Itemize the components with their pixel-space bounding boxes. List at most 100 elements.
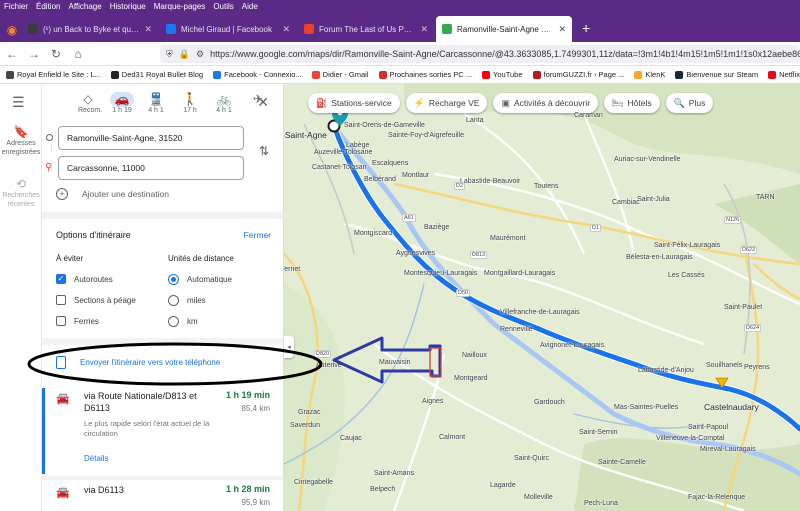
map-town-label[interactable]: Auterive xyxy=(316,362,342,369)
menu-item[interactable]: Affichage xyxy=(68,2,101,11)
map-town-label[interactable]: Labastide-d'Anjou xyxy=(638,367,694,374)
map-town-label[interactable]: Saverdun xyxy=(290,422,320,429)
map-town-label[interactable]: Montgaillard-Lauragais xyxy=(484,270,555,277)
collapse-panel-button[interactable]: ◂ xyxy=(284,336,294,358)
radio-button[interactable] xyxy=(168,295,179,306)
map-town-label[interactable]: Auriac-sur-Vendinelle xyxy=(614,156,681,163)
bookmark-item[interactable]: forumGUZZI.fr › Page ... xyxy=(532,70,624,79)
map-town-label[interactable]: Saint-Papoul xyxy=(688,424,728,431)
back-icon[interactable]: ← xyxy=(6,47,18,61)
map-filter-chip[interactable]: ⚡ Recharge VE xyxy=(405,93,488,113)
map-town-label[interactable]: Cambiac xyxy=(612,199,640,206)
map-town-label[interactable]: Montesquieu-Lauragais xyxy=(404,270,477,277)
map-town-label[interactable]: Mauvaisin xyxy=(379,359,411,366)
avoid-option[interactable]: ✓ Autoroutes xyxy=(56,274,113,284)
close-tab-icon[interactable]: ✕ xyxy=(420,24,428,35)
send-to-phone-button[interactable]: Envoyer l'itinéraire vers votre téléphon… xyxy=(56,356,220,369)
shield-icon[interactable]: ⛨ xyxy=(166,49,173,60)
swap-icon[interactable]: ⇅ xyxy=(259,144,269,158)
checkbox[interactable]: ✓ xyxy=(56,274,66,284)
menu-item[interactable]: Marque-pages xyxy=(154,2,206,11)
bookmark-item[interactable]: Ded31 Royal Bullet Blog xyxy=(110,70,203,79)
map-town-label[interactable]: Castelnaudary xyxy=(704,402,759,412)
map-town-label[interactable]: Castanet-Tolosan xyxy=(312,164,366,171)
travel-mode-recommended[interactable]: ◇ Recom. xyxy=(78,92,102,114)
bookmark-item[interactable]: Prochaines sorties PC ... xyxy=(378,70,472,79)
map-filter-chip[interactable]: ▣ Activités à découvrir xyxy=(493,93,599,113)
map-town-label[interactable]: Escalquens xyxy=(372,160,408,167)
map-town-label[interactable]: Avignonet-Lauragais xyxy=(540,342,604,349)
address-bar[interactable]: ⛨ 🔒 ⚙ https://www.google.com/maps/dir/Ra… xyxy=(160,45,800,63)
close-tab-icon[interactable]: ✕ xyxy=(144,24,152,35)
map-town-label[interactable]: Belbérand xyxy=(364,176,396,183)
saved-places-button[interactable]: 🔖 Adresses enregistrées xyxy=(0,126,42,157)
close-directions-icon[interactable]: ✕ xyxy=(257,94,269,111)
map-town-label[interactable]: Villefranche-de-Lauragais xyxy=(500,309,580,316)
route-details-link[interactable]: Détails xyxy=(84,454,108,463)
map-town-label[interactable]: Caraman xyxy=(574,112,603,119)
menu-item[interactable]: Historique xyxy=(110,2,146,11)
map-town-label[interactable]: Saint-Amans xyxy=(374,470,414,477)
map-town-label[interactable]: Labège xyxy=(346,142,369,149)
map-town-label[interactable]: Montgiscard xyxy=(354,230,392,237)
map-town-label[interactable]: Fajac-la-Relenque xyxy=(688,494,745,501)
map-town-label[interactable]: Pech-Luna xyxy=(584,500,618,507)
map-town-label[interactable]: Cintegabelle xyxy=(294,479,333,486)
home-icon[interactable]: ⌂ xyxy=(72,47,84,61)
recent-searches-button[interactable]: ⟲ Recherches récentes xyxy=(0,178,42,209)
map-town-label[interactable]: Les Cassés xyxy=(668,272,705,279)
map-town-label[interactable]: TARN xyxy=(756,194,775,201)
bookmark-item[interactable]: Didier - Gmail xyxy=(311,70,369,79)
route-option[interactable]: 🚘 via D6113 1 h 28 min 95,9 km xyxy=(42,482,283,511)
add-destination-button[interactable]: + Ajouter une destination xyxy=(56,188,169,200)
map-town-label[interactable]: Mireval-Lauragais xyxy=(700,446,756,453)
bookmark-item[interactable]: Royal Enfield le Site : L... xyxy=(6,70,101,79)
map-town-label[interactable]: Caujac xyxy=(340,435,362,442)
map-filter-chip[interactable]: ⛽ Stations-service xyxy=(308,93,400,113)
map-town-label[interactable]: Mas-Saintes-Puelles xyxy=(614,404,678,411)
map-town-label[interactable]: Auzeville-Tolosane xyxy=(314,149,372,156)
map-town-label[interactable]: Baziège xyxy=(424,224,449,231)
map-town-label[interactable]: Villeneuve-la-Comptal xyxy=(656,435,724,442)
map-town-label[interactable]: Ayguesvives xyxy=(396,250,435,257)
bookmark-item[interactable]: Netflix xyxy=(768,70,800,79)
map-town-label[interactable]: Sainte-Foy-d'Aigrefeuille xyxy=(388,132,464,139)
travel-mode-transit[interactable]: 🚆 4 h 1 xyxy=(146,92,166,114)
checkbox[interactable] xyxy=(56,316,66,326)
map-town-label[interactable]: Calmont xyxy=(439,434,465,441)
travel-mode-walk[interactable]: 🚶 17 h xyxy=(180,92,200,114)
map-town-label[interactable]: Gardouch xyxy=(534,399,565,406)
travel-mode-car[interactable]: 🚗 1 h 19 xyxy=(110,92,134,114)
map-town-label[interactable]: Montgeard xyxy=(454,375,487,382)
map-town-label[interactable]: -Saint-Agne xyxy=(284,130,327,140)
browser-tab[interactable]: (¹) un Back to Byke et quelques ✕ xyxy=(22,16,158,42)
browser-tab[interactable]: Michel Giraud | Facebook ✕ xyxy=(160,16,296,42)
browser-tab[interactable]: Forum The Last of Us Part I - jeu ✕ xyxy=(298,16,434,42)
map-town-label[interactable]: Renneville xyxy=(500,326,533,333)
browser-tab[interactable]: Ramonville-Saint-Agne à Carca ✕ xyxy=(436,16,572,42)
map-town-label[interactable]: Saint-Julia xyxy=(637,196,670,203)
radio-button[interactable] xyxy=(168,316,179,327)
close-tab-icon[interactable]: ✕ xyxy=(558,24,566,35)
map-filter-chip[interactable]: 🔍 Plus xyxy=(665,93,714,113)
avoid-option[interactable]: Ferries xyxy=(56,316,99,326)
checkbox[interactable] xyxy=(56,295,66,305)
avoid-option[interactable]: Sections à péage xyxy=(56,295,136,305)
map-town-label[interactable]: Toutens xyxy=(534,183,559,190)
menu-item[interactable]: Édition xyxy=(36,2,60,11)
map-canvas[interactable]: ⛽ Stations-service ⚡ Recharge VE ▣ Activités … xyxy=(284,84,800,511)
map-town-label[interactable]: Labastide-Beauvoir xyxy=(460,178,520,185)
map-filter-chip[interactable]: 🛏 Hôtels xyxy=(604,93,660,113)
permissions-icon[interactable]: ⚙ xyxy=(196,49,204,60)
bookmark-item[interactable]: Facebook - Connexio... xyxy=(213,70,302,79)
travel-mode-bike[interactable]: 🚲 4 h 1 xyxy=(214,92,234,114)
menu-icon[interactable]: ☰ xyxy=(12,94,25,111)
bookmark-item[interactable]: Bienvenue sur Steam xyxy=(675,70,758,79)
menu-item[interactable]: Outils xyxy=(213,2,233,11)
destination-input[interactable]: Carcassonne, 11000 xyxy=(58,156,244,180)
map-town-label[interactable]: Souilhanels xyxy=(706,362,742,369)
unit-option[interactable]: miles xyxy=(168,295,206,306)
map-town-label[interactable]: Saint-Orens-de-Gameville xyxy=(344,122,425,129)
map-town-label[interactable]: Saint-Sernin xyxy=(579,429,618,436)
map-town-label[interactable]: Montlaur xyxy=(402,172,429,179)
